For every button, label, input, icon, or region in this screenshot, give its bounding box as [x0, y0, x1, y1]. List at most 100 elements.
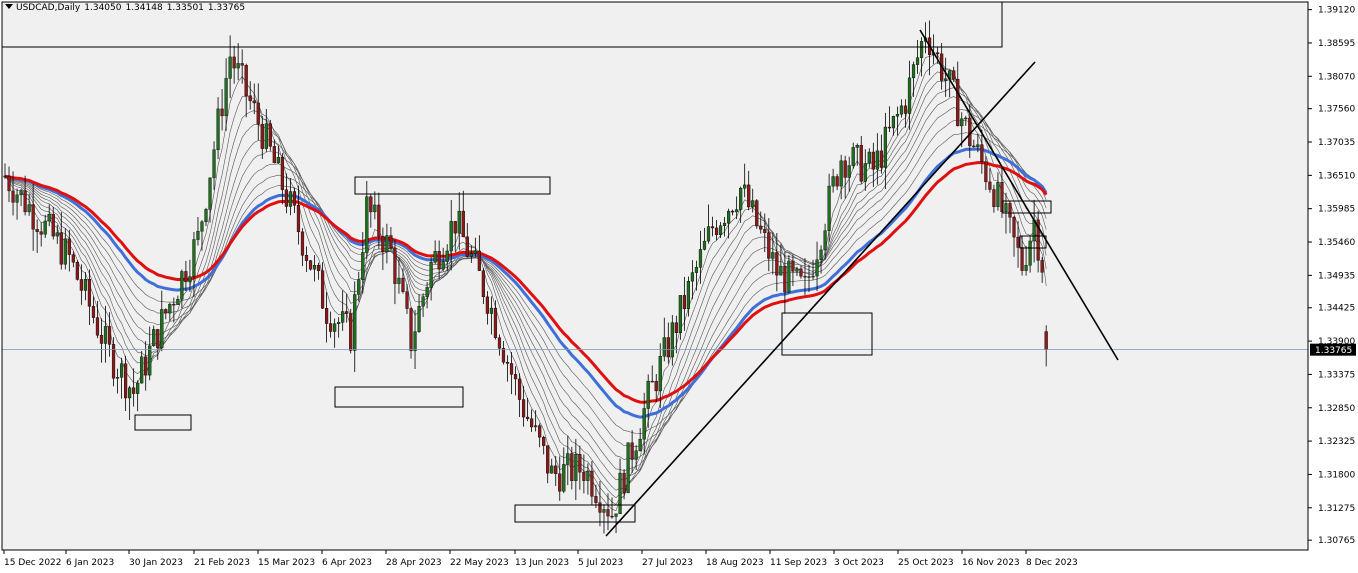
candle[interactable] [755, 199, 759, 229]
candle-body [887, 126, 891, 129]
candle-body [1024, 265, 1028, 271]
candle-body [755, 200, 759, 227]
candle-body [429, 262, 433, 288]
candle-body [357, 279, 361, 295]
candle-body [674, 322, 678, 333]
candle-body [409, 308, 413, 352]
candle-body [11, 190, 15, 203]
candle-body [51, 214, 55, 237]
candle-body [103, 326, 108, 344]
candle-body [915, 57, 920, 65]
candle-body [15, 194, 19, 203]
chart-canvas[interactable]: 1.39120 1.38595 1.38070 1.37560 1.37035 1.365… [0, 0, 1358, 573]
candle-body [839, 160, 843, 187]
candle-body [992, 189, 996, 207]
y-tick-label: 1.36510 [1318, 171, 1355, 181]
candle-body [1012, 217, 1016, 238]
candle-body [815, 259, 819, 277]
candle[interactable] [626, 442, 630, 494]
candle-body [43, 220, 47, 235]
candle-body [453, 221, 457, 234]
candle-body [401, 277, 405, 292]
candle-body [855, 145, 859, 148]
candle-body [164, 309, 168, 314]
candle-body [875, 150, 879, 170]
candle-body [505, 361, 510, 364]
candle-body [7, 176, 11, 192]
candle-body [586, 470, 590, 481]
candle-body [156, 329, 160, 349]
candle-body [79, 279, 83, 291]
candle-body [944, 78, 948, 81]
candle[interactable] [268, 119, 272, 151]
candle-body [1020, 247, 1024, 271]
candle[interactable] [308, 260, 313, 271]
candle-body [485, 296, 489, 314]
candle-body [144, 356, 148, 376]
candle-body [333, 323, 337, 332]
candle-body [606, 509, 610, 517]
y-tick-label: 1.34935 [1318, 271, 1355, 281]
collapse-arrow-icon[interactable] [5, 4, 13, 9]
candle-body [208, 177, 212, 210]
candle-body [381, 236, 385, 252]
candle-body [248, 95, 252, 102]
candle-body [698, 249, 703, 268]
candle-body [811, 275, 815, 278]
candle[interactable] [409, 307, 413, 359]
candle-body [337, 322, 341, 324]
candle-body [3, 175, 7, 178]
current-price-label: 1.33765 [1315, 346, 1352, 356]
candle[interactable] [349, 308, 353, 354]
x-tick-label: 5 Jul 2023 [578, 558, 623, 568]
candle-body [148, 345, 152, 376]
candle-body [361, 252, 365, 280]
candle-body [304, 255, 309, 261]
candle-body [843, 160, 847, 178]
candle-body [618, 472, 622, 514]
x-tick-label: 27 Jul 2023 [642, 558, 693, 568]
candle-body [570, 453, 574, 481]
candle-body [59, 232, 63, 265]
candle-body [598, 502, 602, 513]
candle-body [47, 214, 51, 222]
candle-body [546, 445, 550, 474]
candle-body [574, 454, 578, 481]
symbol-header: USDCAD,Daily 1.34050 1.34148 1.33501 1.33765 [5, 3, 249, 13]
candle-body [847, 165, 851, 178]
candle-body [256, 102, 260, 125]
candle-body [320, 270, 325, 309]
candle-body [1016, 236, 1020, 248]
candle-body [441, 261, 445, 270]
candle-body [469, 253, 473, 257]
price-chart[interactable]: 1.39120 1.38595 1.38070 1.37560 1.37035 1.365… [0, 0, 1358, 573]
candle-body [706, 226, 711, 242]
candle-body [296, 205, 301, 233]
candle-body [883, 126, 887, 168]
candle-body [497, 337, 502, 349]
candle-body [891, 116, 896, 129]
candle-body [694, 267, 699, 273]
x-tick-label: 15 Dec 2022 [4, 558, 62, 568]
symbol-label: USDCAD,Daily [16, 3, 81, 13]
candle-body [445, 250, 449, 262]
candle-body [542, 436, 546, 446]
candle-body [152, 329, 156, 347]
candle-body [27, 204, 31, 213]
candle-body [763, 229, 767, 233]
candle-body [264, 123, 268, 149]
candle-body [123, 363, 128, 399]
candle-body [803, 275, 807, 278]
candle-body [232, 56, 236, 69]
candle-body [956, 78, 960, 127]
candle[interactable] [787, 255, 791, 294]
y-tick-label: 1.38070 [1318, 72, 1355, 82]
y-tick-label: 1.37035 [1318, 138, 1355, 148]
candle-body [513, 374, 518, 380]
candle-body [702, 240, 707, 250]
candle-body [859, 145, 863, 182]
candle-body [345, 311, 349, 314]
candle-body [521, 399, 526, 418]
candle[interactable] [75, 260, 79, 281]
candle-body [566, 453, 570, 465]
